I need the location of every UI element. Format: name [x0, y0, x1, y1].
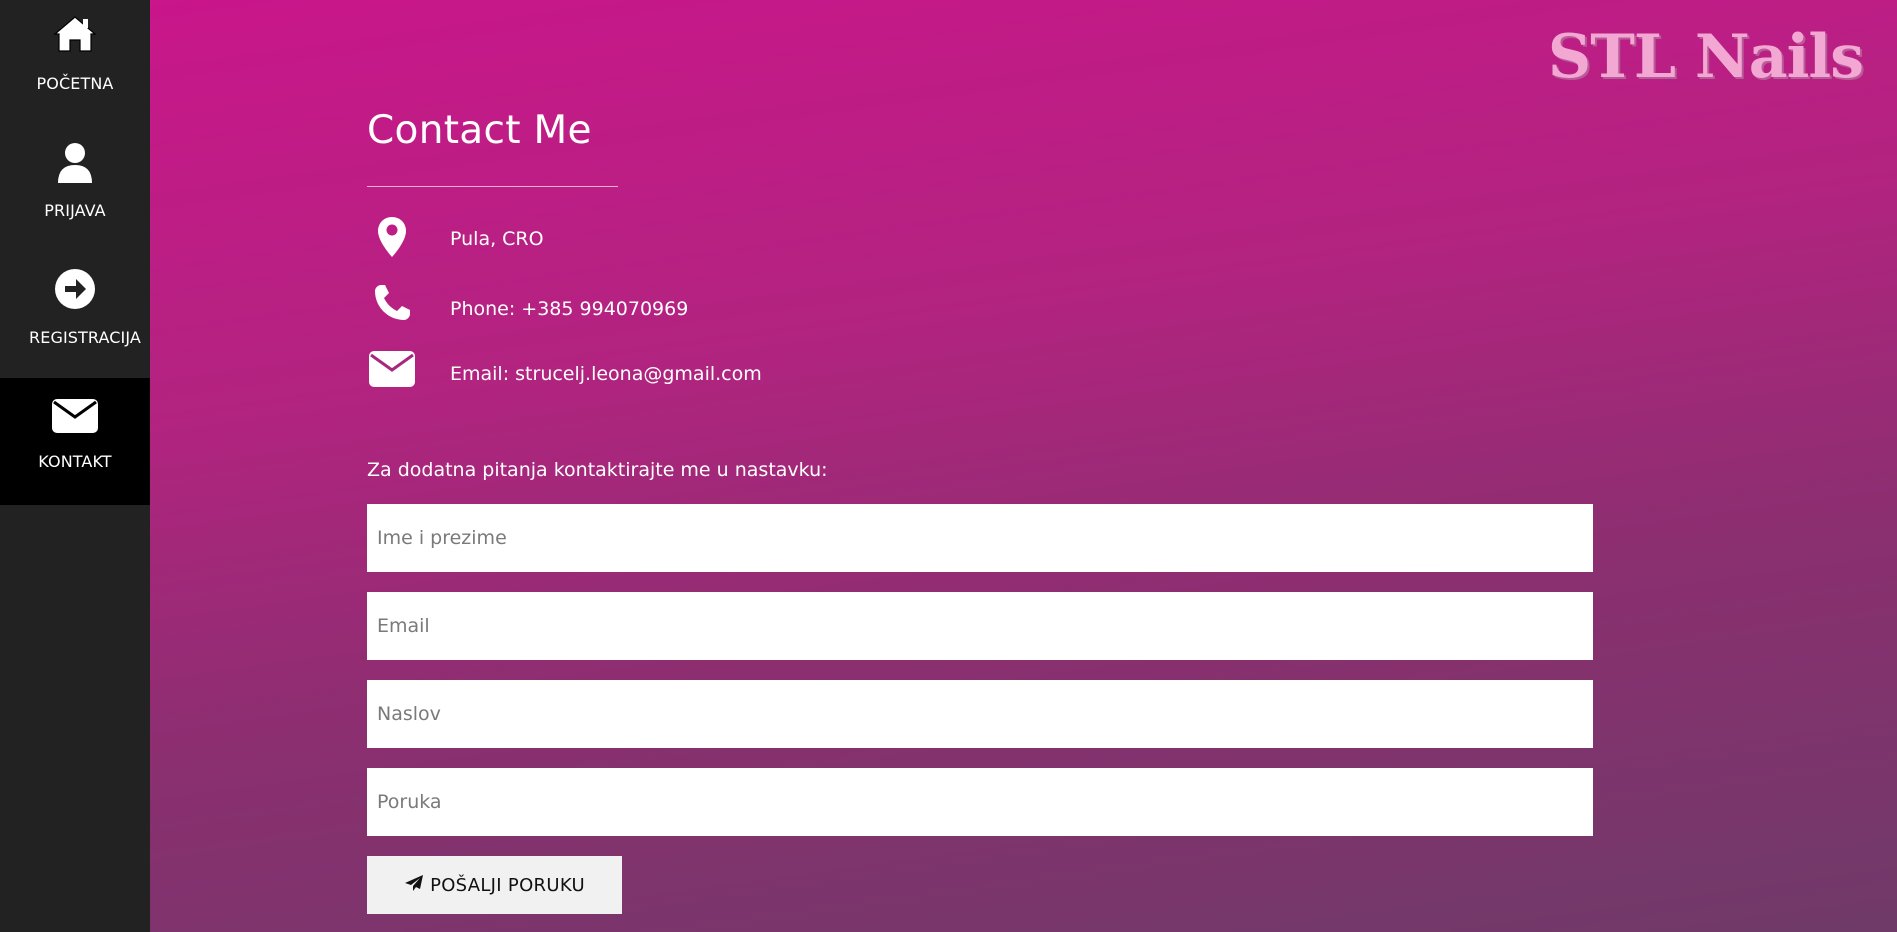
sidebar-item-label: KONTAKT	[38, 452, 112, 471]
phone-text[interactable]: Phone: +385 994070969	[450, 298, 688, 320]
sidebar-item-prijava[interactable]: PRIJAVA	[0, 127, 150, 254]
main-content: STL Nails Contact Me Pula, CRO Phone: +3…	[150, 0, 1897, 932]
sidebar-item-registracija[interactable]: REGISTRACIJA	[0, 254, 150, 381]
sidebar-item-label: REGISTRACIJA	[29, 328, 141, 347]
envelope-icon	[51, 398, 99, 438]
sidebar-item-label: PRIJAVA	[44, 201, 106, 220]
email-field[interactable]	[367, 592, 1593, 660]
email-text[interactable]: Email: strucelj.leona@gmail.com	[450, 363, 762, 385]
sidebar-item-kontakt[interactable]: KONTAKT	[0, 378, 150, 505]
page-title: Contact Me	[367, 108, 592, 153]
map-marker-icon	[367, 214, 417, 260]
subject-field[interactable]	[367, 680, 1593, 748]
sidebar-item-label: POČETNA	[36, 74, 114, 93]
brand-logo[interactable]: STL Nails	[1548, 22, 1864, 92]
title-divider	[367, 186, 618, 187]
arrow-right-circle-icon	[54, 268, 96, 314]
paper-plane-icon	[404, 874, 424, 897]
sidebar-item-pocetna[interactable]: POČETNA	[0, 0, 150, 127]
name-field[interactable]	[367, 504, 1593, 572]
envelope-icon	[367, 346, 417, 392]
sidebar: POČETNA PRIJAVA REGISTRACIJA KONTAKT	[0, 0, 150, 932]
home-icon	[53, 14, 97, 58]
location-text: Pula, CRO	[450, 228, 544, 250]
send-message-button[interactable]: POŠALJI PORUKU	[367, 856, 622, 914]
phone-icon	[367, 280, 417, 326]
send-button-label: POŠALJI PORUKU	[430, 874, 585, 896]
message-field[interactable]	[367, 768, 1593, 836]
user-icon	[55, 141, 95, 189]
form-intro: Za dodatna pitanja kontaktirajte me u na…	[367, 459, 828, 481]
